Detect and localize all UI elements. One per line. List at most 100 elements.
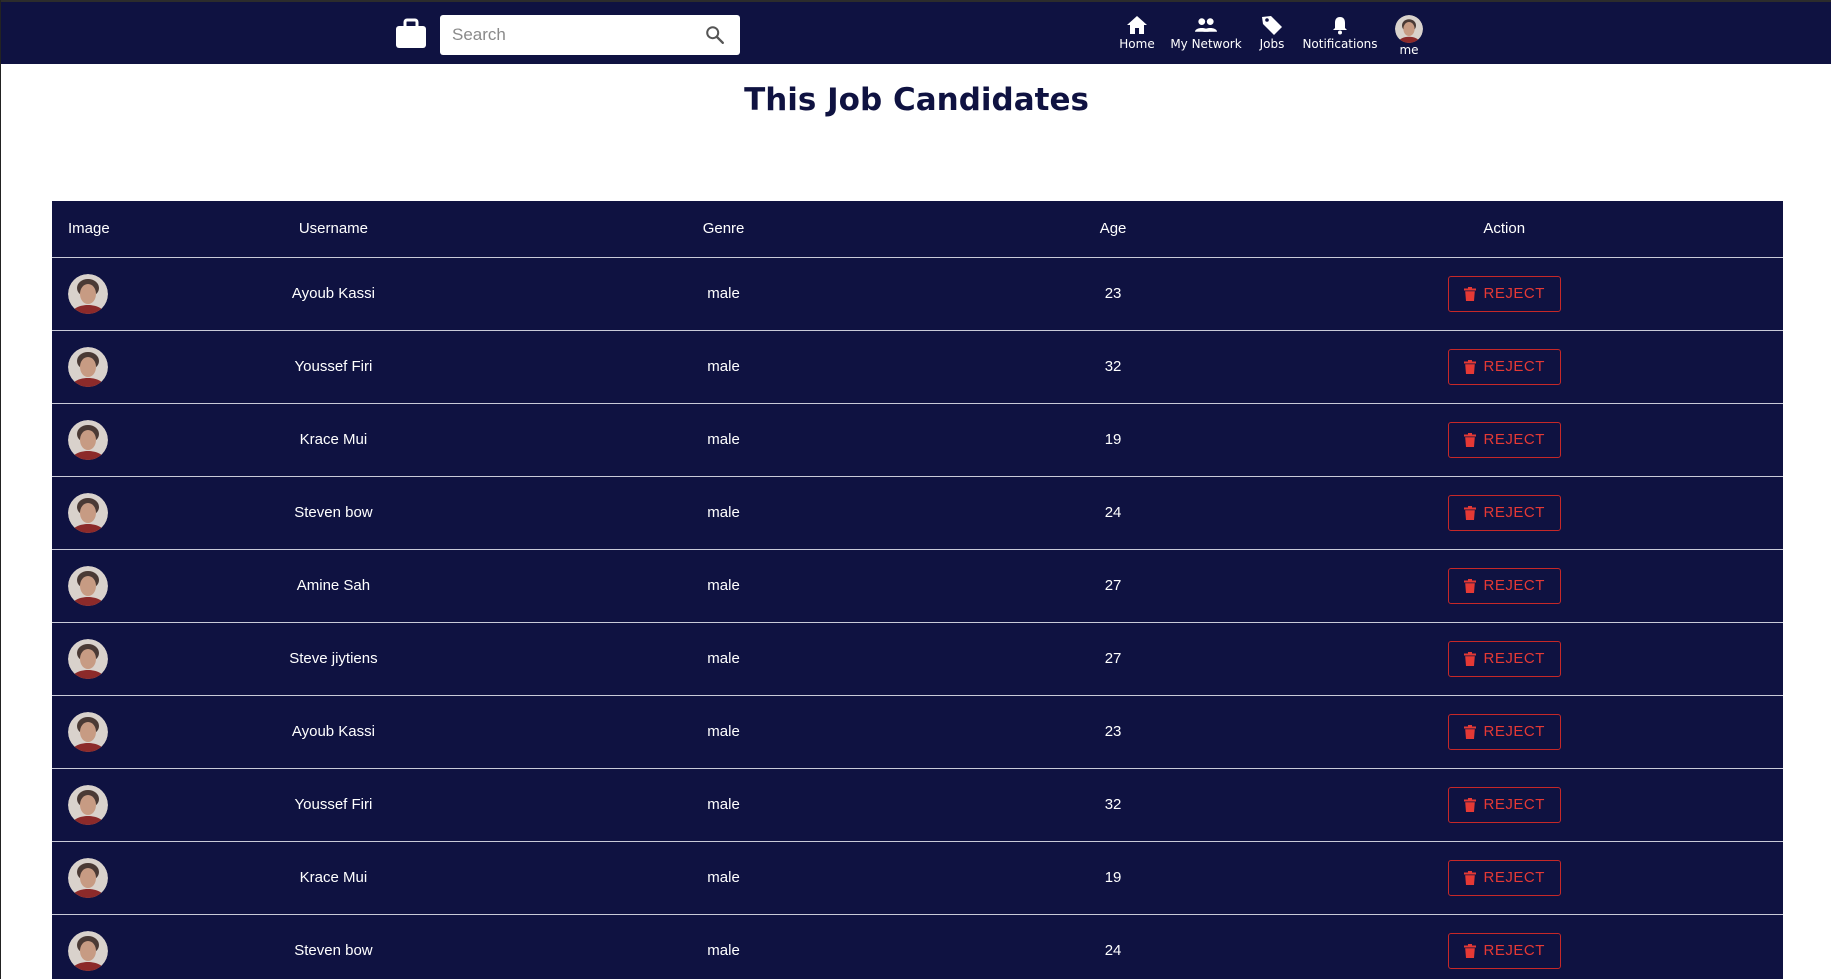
candidate-image-cell <box>52 695 220 768</box>
candidate-action-cell: REJECT <box>1225 841 1783 914</box>
header-action: Action <box>1225 201 1783 258</box>
table-row: Krace Mui male 19 REJECT <box>52 841 1783 914</box>
candidate-genre: male <box>707 796 740 813</box>
reject-label: REJECT <box>1483 869 1545 886</box>
reject-button[interactable]: REJECT <box>1447 421 1561 458</box>
candidate-genre: male <box>707 723 740 740</box>
reject-label: REJECT <box>1483 358 1545 375</box>
reject-label: REJECT <box>1483 504 1545 521</box>
nav-item-home[interactable]: Home <box>1119 15 1155 57</box>
candidates-table: Image Username Genre Age Action Ayoub Ka… <box>52 201 1783 979</box>
table-row: Youssef Firi male 32 REJECT <box>52 768 1783 841</box>
candidate-action-cell: REJECT <box>1225 914 1783 979</box>
trash-icon <box>1463 943 1476 958</box>
candidate-age: 27 <box>1104 577 1122 594</box>
candidate-image-cell <box>52 768 220 841</box>
top-navbar: Home My Network Jobs <box>1 0 1831 64</box>
candidate-image-cell <box>52 622 220 695</box>
reject-button[interactable]: REJECT <box>1447 932 1561 969</box>
candidate-image-cell <box>52 403 220 476</box>
candidate-action-cell: REJECT <box>1225 549 1783 622</box>
candidate-action-cell: REJECT <box>1225 768 1783 841</box>
table-row: Krace Mui male 19 REJECT <box>52 403 1783 476</box>
candidate-age: 19 <box>1104 869 1122 886</box>
nav-label-me: me <box>1399 43 1419 57</box>
nav-label-jobs: Jobs <box>1259 37 1285 51</box>
candidate-action-cell: REJECT <box>1225 476 1783 549</box>
avatar <box>68 930 108 971</box>
trash-icon <box>1463 359 1476 374</box>
header-username: Username <box>220 201 447 258</box>
candidate-age: 24 <box>1104 942 1122 959</box>
search-input[interactable] <box>440 15 714 55</box>
candidate-genre: male <box>707 431 740 448</box>
people-icon <box>1195 15 1217 35</box>
reject-label: REJECT <box>1483 796 1545 813</box>
avatar <box>68 346 108 387</box>
candidate-username: Youssef Firi <box>294 358 373 375</box>
reject-button[interactable]: REJECT <box>1447 640 1561 677</box>
avatar <box>68 857 108 898</box>
avatar <box>68 711 108 752</box>
candidate-action-cell: REJECT <box>1225 695 1783 768</box>
candidate-username: Ayoub Kassi <box>291 723 375 740</box>
trash-icon <box>1463 286 1476 301</box>
candidate-genre: male <box>707 869 740 886</box>
candidate-genre: male <box>707 650 740 667</box>
reject-button[interactable]: REJECT <box>1447 786 1561 823</box>
candidate-genre: male <box>707 577 740 594</box>
avatar <box>68 638 108 679</box>
candidate-age: 23 <box>1104 285 1122 302</box>
trash-icon <box>1463 651 1476 666</box>
reject-label: REJECT <box>1483 577 1545 594</box>
nav-item-my-network[interactable]: My Network <box>1170 15 1242 57</box>
search-box <box>440 15 740 55</box>
reject-label: REJECT <box>1483 431 1545 448</box>
reject-button[interactable]: REJECT <box>1447 494 1561 531</box>
candidate-username: Steven bow <box>294 504 373 521</box>
avatar <box>68 273 108 314</box>
candidate-action-cell: REJECT <box>1225 330 1783 403</box>
trash-icon <box>1463 797 1476 812</box>
reject-button[interactable]: REJECT <box>1447 859 1561 896</box>
table-row: Ayoub Kassi male 23 REJECT <box>52 695 1783 768</box>
briefcase-icon[interactable] <box>394 17 428 51</box>
candidate-action-cell: REJECT <box>1225 622 1783 695</box>
candidate-username: Krace Mui <box>299 869 368 886</box>
table-row: Steve jiytiens male 27 REJECT <box>52 622 1783 695</box>
trash-icon <box>1463 724 1476 739</box>
avatar <box>68 492 108 533</box>
reject-label: REJECT <box>1483 723 1545 740</box>
home-icon <box>1126 15 1148 35</box>
search-icon[interactable] <box>704 24 726 46</box>
table-row: Steven bow male 24 REJECT <box>52 476 1783 549</box>
candidate-username: Ayoub Kassi <box>291 285 375 302</box>
trash-icon <box>1463 578 1476 593</box>
reject-button[interactable]: REJECT <box>1447 348 1561 385</box>
table-row: Amine Sah male 27 REJECT <box>52 549 1783 622</box>
nav-label-my-network: My Network <box>1170 37 1242 51</box>
candidate-genre: male <box>707 285 740 302</box>
nav-item-notifications[interactable]: Notifications <box>1302 15 1378 57</box>
table-row: Ayoub Kassi male 23 REJECT <box>52 257 1783 330</box>
nav-item-jobs[interactable]: Jobs <box>1257 15 1287 57</box>
candidate-age: 24 <box>1104 504 1122 521</box>
candidate-username: Amine Sah <box>296 577 371 594</box>
reject-button[interactable]: REJECT <box>1447 713 1561 750</box>
table-row: Youssef Firi male 32 REJECT <box>52 330 1783 403</box>
candidate-action-cell: REJECT <box>1225 403 1783 476</box>
candidate-image-cell <box>52 476 220 549</box>
reject-button[interactable]: REJECT <box>1447 567 1561 604</box>
tag-icon <box>1261 15 1283 35</box>
candidate-age: 32 <box>1104 358 1122 375</box>
table-row: Steven bow male 24 REJECT <box>52 914 1783 979</box>
candidate-image-cell <box>52 330 220 403</box>
candidate-image-cell <box>52 914 220 979</box>
reject-button[interactable]: REJECT <box>1447 275 1561 312</box>
candidate-age: 27 <box>1104 650 1122 667</box>
candidate-age: 32 <box>1104 796 1122 813</box>
nav-item-me[interactable]: me <box>1393 15 1425 57</box>
bell-icon <box>1329 15 1351 35</box>
candidate-age: 23 <box>1104 723 1122 740</box>
avatar <box>68 565 108 606</box>
